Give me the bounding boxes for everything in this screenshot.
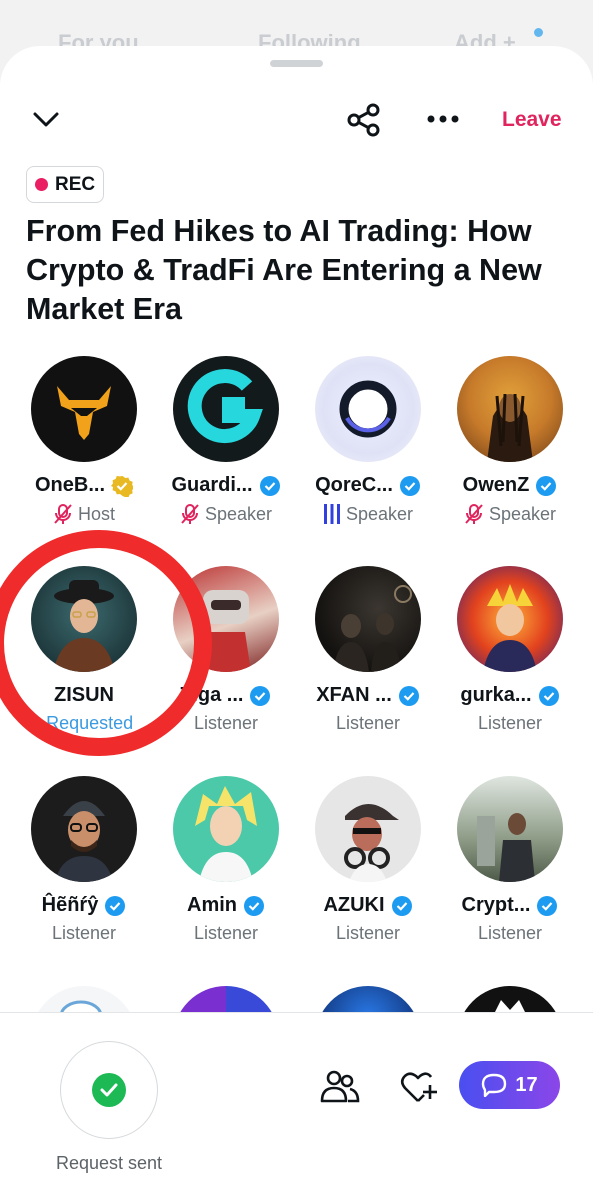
avatar [173, 776, 279, 882]
mic-muted-icon [181, 504, 199, 524]
avatar [457, 776, 563, 882]
participant-card[interactable]: gurka... Listener [439, 566, 581, 734]
participant-role: Listener [477, 923, 543, 943]
verified-badge-icon [391, 895, 412, 916]
gold-verified-icon [111, 475, 133, 497]
verified-badge-icon [244, 895, 264, 916]
chat-bubble-icon [482, 1073, 507, 1097]
recording-dot-icon [35, 178, 48, 191]
rec-label: REC [55, 173, 96, 195]
participant-name: QoreC... [315, 474, 393, 496]
man-beanie-avatar-icon [55, 801, 113, 882]
recording-badge: REC [26, 166, 105, 203]
participant-card[interactable]: OwenZ Speaker [439, 356, 581, 525]
mic-muted-icon [465, 504, 483, 524]
space-title: From Fed Hikes to AI Trading: How Crypto… [26, 214, 542, 326]
chevron-down-icon[interactable] [32, 110, 60, 130]
participant-name: Crypt... [461, 894, 531, 916]
notification-dot [534, 28, 543, 37]
avatar [31, 356, 137, 462]
participant-name: OwenZ [462, 474, 530, 496]
participant-role: Listener [51, 923, 117, 943]
avatar [31, 776, 137, 882]
participant-card[interactable]: OneB... Host [13, 356, 155, 525]
participant-card[interactable]: Tiga ... Listener [155, 566, 297, 734]
participant-card[interactable]: Ĥẽñŕŷ Listener [13, 776, 155, 944]
outdoor-person-avatar-icon [477, 813, 535, 882]
avatar [315, 356, 421, 462]
participant-role: Speaker [204, 503, 273, 524]
verified-badge-icon [105, 895, 126, 916]
participant-role: Listener [193, 713, 259, 733]
participant-name: ZISUN [54, 684, 114, 706]
avatar [315, 566, 421, 672]
participant-card[interactable]: AZUKI Listener [297, 776, 439, 944]
verified-badge-icon [537, 895, 558, 916]
participant-card[interactable]: Crypt... Listener [439, 776, 581, 944]
participant-name: Ĥẽñŕŷ [41, 894, 99, 916]
dark-room-avatar-icon [333, 585, 412, 672]
warrior-avatar-icon [487, 393, 533, 462]
avatar [173, 566, 279, 672]
participant-card[interactable]: ZISUN • Requested [13, 566, 155, 734]
participant-role: Listener [335, 923, 401, 943]
participant-card[interactable]: Amin Listener [155, 776, 297, 944]
leave-button[interactable]: Leave [502, 108, 562, 132]
participant-name: XFAN ... [316, 684, 392, 706]
participant-role: Listener [193, 923, 259, 943]
participant-role: Speaker [488, 503, 557, 524]
verified-badge-icon [399, 475, 420, 496]
participant-name: Guardi... [171, 474, 253, 496]
participant-role: Listener [477, 713, 543, 733]
participant-card[interactable]: Guardi... Speaker [155, 356, 297, 525]
participant-card[interactable]: QoreC... Speaker [297, 356, 439, 525]
verified-badge-icon [250, 685, 271, 706]
heart-plus-icon[interactable] [400, 1069, 440, 1105]
participant-name: Amin [187, 894, 237, 916]
avatar [173, 356, 279, 462]
check-icon [92, 1073, 126, 1107]
request-sent-label: Request sent [55, 1153, 163, 1173]
chat-count: 17 [515, 1073, 538, 1096]
verified-badge-icon [259, 475, 280, 496]
verified-badge-icon [538, 685, 559, 706]
avatar [457, 566, 563, 672]
anime-blond-avatar-icon [195, 786, 257, 882]
man-with-hat-avatar-icon [53, 580, 115, 672]
avatar [31, 566, 137, 672]
azuki-avatar-icon [344, 804, 399, 882]
more-icon[interactable] [426, 114, 460, 124]
participant-name: gurka... [460, 684, 532, 706]
robot-avatar-icon [201, 590, 251, 672]
bull-logo-icon [57, 386, 111, 440]
space-sheet: Leave REC From Fed Hikes to AI Trading: … [0, 46, 593, 1200]
participant-role: Speaker [345, 503, 414, 524]
bottom-action-bar: Request sent 17 [0, 1012, 593, 1200]
avatar [457, 356, 563, 462]
qore-logo-icon [339, 380, 397, 438]
avatar [315, 776, 421, 882]
participant-name: OneB... [34, 474, 105, 496]
anime-avatar-icon [483, 584, 537, 672]
mic-muted-icon [54, 504, 72, 524]
participant-role: Listener [335, 713, 401, 733]
participant-name: Tiga ... [180, 684, 244, 706]
participant-role: • Requested [34, 713, 134, 733]
verified-badge-icon [398, 685, 419, 706]
participant-role: Host [77, 503, 115, 524]
participant-name: AZUKI [323, 894, 385, 916]
verified-badge-icon [536, 475, 557, 496]
drag-handle[interactable] [270, 60, 323, 67]
speaking-bars-icon [323, 504, 340, 524]
share-icon[interactable] [346, 102, 382, 138]
participant-card[interactable]: XFAN ... Listener [297, 566, 439, 734]
chat-button[interactable]: 17 [459, 1061, 560, 1109]
guardian-logo-icon [187, 369, 263, 444]
people-icon[interactable] [320, 1069, 360, 1103]
request-sent-button[interactable] [60, 1041, 158, 1139]
